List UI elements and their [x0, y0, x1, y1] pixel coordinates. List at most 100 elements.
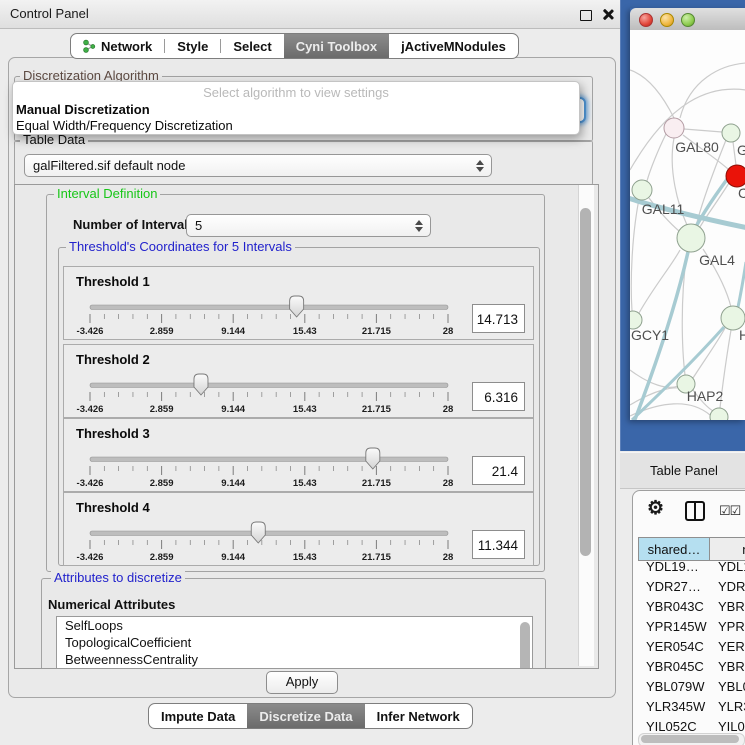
control-panel-titlebar: Control Panel [0, 0, 620, 29]
table-cell[interactable]: YLR345W [638, 697, 710, 717]
network-node-node-b[interactable] [710, 408, 728, 420]
table-row[interactable]: YLR345WYLR3 [638, 697, 745, 717]
slider-track[interactable] [90, 457, 448, 462]
slider-track[interactable] [90, 531, 448, 536]
network-node-label-gal4: GAL4 [699, 252, 735, 268]
bottom-tab-impute-data[interactable]: Impute Data [149, 704, 247, 728]
gear-icon[interactable]: ⚙ [647, 499, 664, 519]
zoom-traffic-light-icon[interactable] [681, 13, 695, 27]
table-row[interactable]: YBR043CYBR0 [638, 597, 745, 617]
network-canvas[interactable]: GAL80GCGAL11GAL4GCY1HHAP2 [630, 30, 745, 420]
table-cell[interactable]: YER0 [710, 637, 745, 657]
number-of-intervals-combobox[interactable]: 5 [186, 214, 431, 237]
table-row[interactable]: YDL19…YDL1 [638, 557, 745, 577]
table-cell[interactable]: YBR0 [710, 597, 745, 617]
table-cell[interactable]: YBR043C [638, 597, 710, 617]
table-row[interactable]: YBR045CYBR0 [638, 657, 745, 677]
network-node-gal4[interactable] [677, 224, 705, 252]
slider-thumb-1[interactable] [290, 296, 304, 317]
threshold-slider-2[interactable]: -3.4262.8599.14415.4321.71528 [64, 345, 533, 417]
threshold-panel-4: Threshold 4-3.4262.8599.14415.4321.71528… [63, 492, 534, 566]
minimize-traffic-light-icon[interactable] [660, 13, 674, 27]
network-node-gal80[interactable] [664, 118, 684, 138]
network-window: GAL80GCGAL11GAL4GCY1HHAP2 [630, 8, 745, 420]
tab-style[interactable]: Style [165, 34, 220, 58]
threshold-value-field-3[interactable]: 21.4 [472, 456, 525, 485]
table-cell[interactable]: YBR045C [638, 657, 710, 677]
table-cell[interactable]: YBR0 [710, 657, 745, 677]
float-window-icon[interactable] [580, 10, 592, 21]
attributes-scrollbar-thumb[interactable] [520, 622, 530, 669]
network-window-titlebar[interactable] [630, 8, 745, 31]
close-icon[interactable] [601, 8, 614, 21]
table-data-combobox[interactable]: galFiltered.sif default node [24, 154, 492, 177]
numerical-attributes-list[interactable]: SelfLoopsTopologicalCoefficientBetweenne… [56, 616, 533, 669]
table-cell[interactable]: YLR3 [710, 697, 745, 717]
threshold-value-field-2[interactable]: 6.316 [472, 382, 525, 411]
bottom-tab-discretize-data[interactable]: Discretize Data [247, 704, 364, 728]
settings-scrollbar-thumb[interactable] [580, 208, 591, 556]
table-cell[interactable]: YDL1 [710, 557, 745, 577]
table-row[interactable]: YBL079WYBL0 [638, 677, 745, 697]
attribute-item-topologicalcoefficient[interactable]: TopologicalCoefficient [57, 634, 532, 651]
numerical-attributes-heading: Numerical Attributes [48, 597, 175, 612]
tab-network[interactable]: Network [71, 34, 164, 58]
table-cell[interactable]: YDR2 [710, 577, 745, 597]
table-cell[interactable]: YBL079W [638, 677, 710, 697]
network-node-c[interactable] [726, 165, 745, 187]
number-of-intervals-value: 5 [195, 218, 202, 233]
network-node-label-c: C [738, 185, 745, 201]
attribute-item-betweennesscentrality[interactable]: BetweennessCentrality [57, 651, 532, 668]
tab-select[interactable]: Select [221, 34, 283, 58]
combo-stepper-icon[interactable] [415, 220, 423, 232]
tab-jactivemnodules[interactable]: jActiveMNodules [389, 34, 518, 58]
apply-button[interactable]: Apply [266, 671, 338, 694]
table-row[interactable]: YDR27…YDR2 [638, 577, 745, 597]
threshold-value-field-4[interactable]: 11.344 [472, 530, 525, 559]
threshold-value-field-1[interactable]: 14.713 [472, 304, 525, 333]
table-panel-title: Table Panel [650, 463, 718, 478]
checkbox-icons[interactable]: ☑☑ [719, 503, 740, 519]
table-cell[interactable]: YDL19… [638, 557, 710, 577]
slider-track[interactable] [90, 383, 448, 388]
table-row[interactable]: YPR145WYPR1 [638, 617, 745, 637]
network-edge [647, 134, 666, 181]
attribute-item-selfloops[interactable]: SelfLoops [57, 617, 532, 634]
threshold-slider-3[interactable]: -3.4262.8599.14415.4321.71528 [64, 419, 533, 491]
table-hscrollbar-thumb[interactable] [641, 735, 739, 743]
tick-label: 15.43 [293, 404, 317, 415]
close-traffic-light-icon[interactable] [639, 13, 653, 27]
network-node-label-gal11: GAL11 [642, 201, 685, 217]
columns-icon[interactable] [685, 501, 705, 521]
network-node-g[interactable] [722, 124, 740, 142]
table-cell[interactable]: YPR145W [638, 617, 710, 637]
network-node-label-g: G [737, 142, 745, 158]
network-node-gal11[interactable] [632, 180, 652, 200]
table-data-combobox-value: galFiltered.sif default node [33, 158, 185, 173]
slider-thumb-3[interactable] [366, 448, 380, 469]
combo-stepper-icon[interactable] [476, 160, 484, 172]
attributes-group-title: Attributes to discretize [51, 571, 185, 585]
tick-label: 28 [443, 552, 454, 563]
table-cell[interactable]: YDR27… [638, 577, 710, 597]
tick-label: -3.426 [77, 552, 104, 563]
algorithm-option-manual-discretization[interactable]: Manual Discretization [16, 102, 150, 117]
tick-label: 9.144 [221, 478, 245, 489]
tab-select-label: Select [233, 39, 271, 54]
tick-label: 21.715 [362, 478, 392, 489]
slider-track[interactable] [90, 305, 448, 310]
algorithm-option-equal-width-frequency-discretization[interactable]: Equal Width/Frequency Discretization [16, 118, 233, 133]
slider-thumb-4[interactable] [251, 522, 265, 543]
table-cell[interactable]: YPR1 [710, 617, 745, 637]
slider-thumb-2[interactable] [194, 374, 208, 395]
network-node-label-hap2: HAP2 [687, 388, 724, 404]
tab-cyni-toolbox[interactable]: Cyni Toolbox [284, 34, 389, 58]
table-row[interactable]: YER054CYER0 [638, 637, 745, 657]
network-node-label-gcy1: GCY1 [631, 327, 669, 343]
table-cell[interactable]: YBL0 [710, 677, 745, 697]
threshold-slider-4[interactable]: -3.4262.8599.14415.4321.71528 [64, 493, 533, 565]
bottom-tab-infer-network[interactable]: Infer Network [365, 704, 472, 728]
table-hscrollbar-track[interactable] [638, 733, 745, 745]
table-cell[interactable]: YER054C [638, 637, 710, 657]
threshold-slider-1[interactable]: -3.4262.8599.14415.4321.71528 [64, 267, 533, 339]
